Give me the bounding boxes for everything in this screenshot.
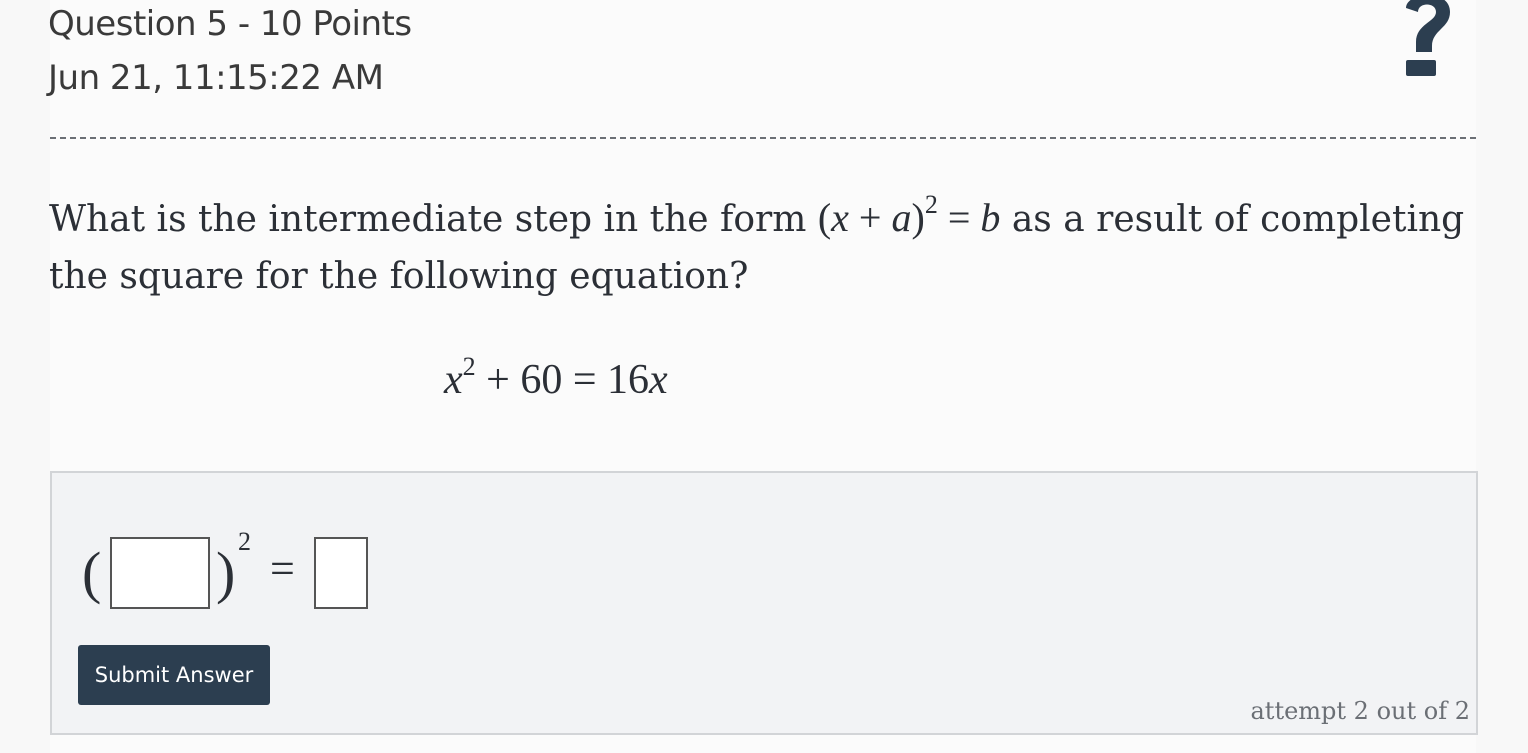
answer-open-paren: ( [82, 540, 102, 605]
answer-area: ( ) 2 = Submit Answer attempt 2 out of 2 [50, 471, 1478, 735]
question-title: Question 5 - 10 Points [48, 4, 412, 44]
submit-answer-button[interactable]: Submit Answer [78, 645, 270, 705]
equation-variable-x: x [444, 357, 463, 403]
answer-close-paren: ) [216, 540, 236, 605]
form-variable-b: b [980, 195, 1001, 240]
question-text-start: What is the intermediate step in the for… [49, 199, 818, 240]
form-equals: = [937, 195, 981, 240]
form-plus: + [848, 195, 892, 240]
form-open-paren: ( [817, 195, 832, 240]
attempt-counter: attempt 2 out of 2 [1250, 697, 1470, 725]
form-variable-a: a [891, 195, 912, 240]
form-close-paren: ) [911, 195, 925, 240]
form-variable-x: x [831, 195, 849, 240]
answer-exponent: 2 [238, 527, 251, 556]
section-divider [50, 137, 1476, 139]
equation-rest: + 60 = 16 [475, 357, 650, 403]
question-text: What is the intermediate step in the for… [49, 176, 1479, 305]
question-mark-icon[interactable] [1394, 0, 1464, 80]
given-equation: x2 + 60 = 16x [444, 352, 668, 404]
answer-equals: = [270, 544, 295, 593]
form-exponent: 2 [924, 190, 938, 219]
answer-input-b[interactable] [314, 537, 368, 609]
answer-input-a[interactable] [110, 537, 210, 609]
equation-exponent: 2 [462, 352, 476, 381]
equation-variable-x-right: x [649, 357, 668, 403]
question-timestamp: Jun 21, 11:15:22 AM [48, 58, 384, 98]
